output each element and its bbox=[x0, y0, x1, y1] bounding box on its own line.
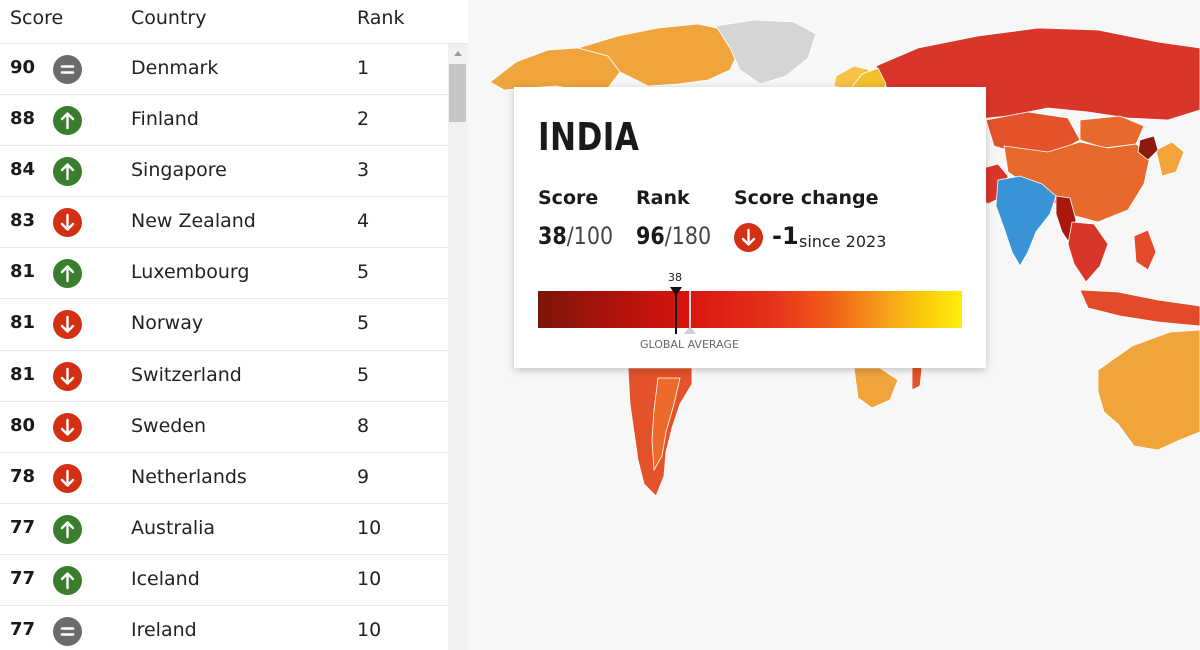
row-rank: 4 bbox=[357, 210, 370, 233]
arrow-down-icon bbox=[734, 223, 763, 252]
row-country: Finland bbox=[131, 108, 199, 131]
arrow-up-icon bbox=[53, 565, 82, 595]
arrow-up-icon bbox=[53, 514, 82, 544]
map-region-india[interactable] bbox=[995, 175, 1057, 267]
row-rank: 9 bbox=[357, 465, 370, 488]
table-row[interactable]: 77 Iceland 10 bbox=[0, 555, 448, 607]
map-region-philippines[interactable] bbox=[1133, 229, 1157, 271]
popup-score-change-value: -1 bbox=[772, 222, 799, 250]
arrow-down-icon bbox=[53, 208, 82, 238]
row-score: 81 bbox=[10, 312, 36, 334]
table-row[interactable]: 81 Switzerland 5 bbox=[0, 351, 448, 402]
scroll-up-arrow-icon[interactable] bbox=[452, 48, 464, 58]
row-score: 77 bbox=[10, 619, 36, 641]
row-score: 81 bbox=[10, 363, 36, 385]
row-score: 77 bbox=[10, 516, 36, 538]
row-country: Norway bbox=[131, 312, 204, 335]
popup-rank-number: 96 bbox=[636, 222, 665, 250]
arrow-up-icon bbox=[53, 259, 82, 289]
map-region-korea-japan[interactable] bbox=[1155, 141, 1185, 177]
column-header-rank[interactable]: Rank bbox=[357, 7, 404, 29]
table-scrollbar[interactable] bbox=[448, 44, 468, 650]
popup-score-denominator: /100 bbox=[566, 222, 614, 250]
row-rank: 5 bbox=[357, 261, 370, 284]
row-country: Australia bbox=[131, 516, 216, 539]
popup-score-value: 38/100 bbox=[538, 222, 613, 250]
table-row[interactable]: 83 New Zealand 4 bbox=[0, 197, 448, 249]
country-popup-card: INDIA Score Rank Score change 38/100 96/… bbox=[514, 87, 986, 368]
popup-score-number: 38 bbox=[538, 222, 567, 250]
arrow-down-icon bbox=[53, 310, 82, 340]
map-region-southern-africa[interactable] bbox=[853, 367, 899, 409]
row-score: 78 bbox=[10, 465, 36, 487]
row-country: Luxembourg bbox=[131, 261, 250, 284]
map-region-indonesia[interactable] bbox=[1079, 289, 1200, 327]
row-country: Iceland bbox=[131, 567, 200, 590]
row-score: 88 bbox=[10, 108, 36, 130]
row-country: New Zealand bbox=[131, 210, 256, 233]
popup-score-label: Score bbox=[538, 187, 599, 209]
table-row[interactable]: 77 Australia 10 bbox=[0, 504, 448, 555]
global-average-line bbox=[689, 291, 691, 328]
row-score: 80 bbox=[10, 414, 36, 436]
map-region-southeast-asia[interactable] bbox=[1067, 221, 1109, 283]
score-marker-label: 38 bbox=[668, 271, 682, 284]
row-rank: 1 bbox=[357, 57, 370, 79]
row-score: 90 bbox=[10, 57, 36, 78]
table-row[interactable]: 80 Sweden 8 bbox=[0, 402, 448, 453]
equals-icon bbox=[53, 617, 82, 647]
row-score: 77 bbox=[10, 567, 36, 589]
table-row[interactable]: 88 Finland 2 bbox=[0, 95, 448, 147]
row-rank: 2 bbox=[357, 108, 370, 131]
popup-rank-label: Rank bbox=[636, 187, 690, 209]
table-row[interactable]: 81 Norway 5 bbox=[0, 299, 448, 351]
popup-rank-value: 96/180 bbox=[636, 222, 711, 250]
row-country: Denmark bbox=[131, 57, 219, 79]
row-rank: 5 bbox=[357, 312, 370, 335]
row-rank: 10 bbox=[357, 619, 382, 642]
table-row[interactable]: 78 Netherlands 9 bbox=[0, 453, 448, 504]
row-score: 84 bbox=[10, 159, 36, 181]
global-average-label: GLOBAL AVERAGE bbox=[640, 338, 739, 351]
table-row[interactable]: 81 Luxembourg 5 bbox=[0, 248, 448, 300]
row-score: 81 bbox=[10, 261, 36, 283]
row-score: 83 bbox=[10, 210, 36, 232]
arrow-up-icon bbox=[53, 157, 82, 187]
row-country: Singapore bbox=[131, 159, 227, 182]
arrow-down-icon bbox=[53, 412, 82, 442]
popup-rank-denominator: /180 bbox=[664, 222, 712, 250]
score-marker-line bbox=[675, 291, 677, 334]
row-rank: 3 bbox=[357, 159, 370, 182]
map-region-australia[interactable] bbox=[1097, 329, 1200, 451]
table-row[interactable]: 90 Denmark 1 bbox=[0, 44, 448, 96]
row-country: Switzerland bbox=[131, 363, 242, 386]
row-rank: 10 bbox=[357, 516, 382, 539]
arrow-up-icon bbox=[53, 106, 82, 136]
map-region-madagascar[interactable] bbox=[911, 365, 923, 391]
arrow-down-icon bbox=[53, 463, 82, 493]
table-header: Score Country Rank bbox=[0, 0, 468, 44]
row-country: Netherlands bbox=[131, 465, 247, 488]
column-header-country[interactable]: Country bbox=[131, 7, 206, 29]
popup-country-name: INDIA bbox=[538, 115, 640, 159]
score-gradient-bar bbox=[538, 291, 962, 328]
table-row[interactable]: 84 Singapore 3 bbox=[0, 146, 448, 198]
scrollbar-thumb[interactable] bbox=[449, 64, 466, 122]
table-body: 90 Denmark 1 88 Finland 2 84 Singapore 3 83 New Ze… bbox=[0, 44, 448, 650]
row-rank: 8 bbox=[357, 414, 370, 437]
popup-score-change-since: since 2023 bbox=[799, 232, 887, 251]
global-average-marker-icon bbox=[684, 326, 696, 334]
table-row[interactable]: 77 Ireland 10 bbox=[0, 606, 448, 650]
popup-score-change-label: Score change bbox=[734, 187, 879, 209]
column-header-score[interactable]: Score bbox=[10, 7, 63, 29]
row-country: Sweden bbox=[131, 414, 207, 437]
row-country: Ireland bbox=[131, 619, 197, 642]
row-rank: 10 bbox=[357, 567, 382, 590]
equals-icon bbox=[53, 55, 82, 84]
map-region-mongolia[interactable] bbox=[1079, 115, 1145, 149]
row-rank: 5 bbox=[357, 363, 370, 386]
arrow-down-icon bbox=[53, 361, 82, 391]
ranking-table: Score Country Rank 90 Denmark 1 88 Finland 2 8… bbox=[0, 0, 468, 650]
